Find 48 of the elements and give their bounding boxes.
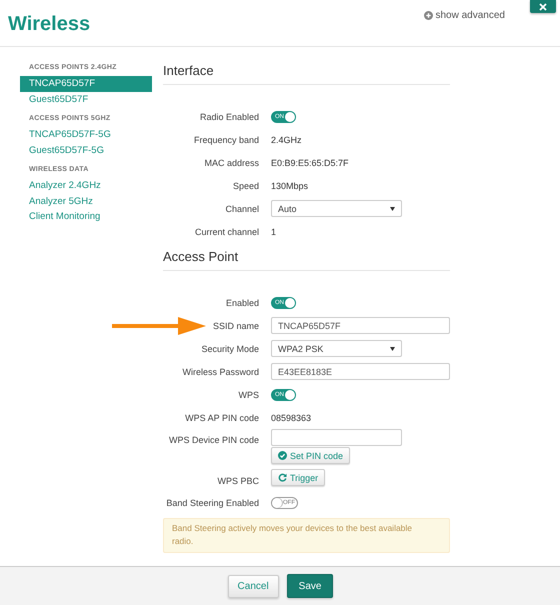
caret-icon — [390, 206, 395, 210]
trigger-button[interactable]: Trigger — [271, 469, 326, 486]
field-label: Frequency band — [192, 134, 259, 144]
field-label: WPS Device PIN code — [168, 435, 259, 445]
field-label: WPS — [237, 390, 259, 400]
plus-circle-icon — [424, 11, 432, 20]
page-title: Wireless — [8, 13, 90, 36]
input-field[interactable] — [271, 429, 402, 446]
field-value: 1 — [271, 226, 276, 236]
field-value: 08598363 — [271, 412, 312, 422]
set-pin-button[interactable]: Set PIN code — [271, 447, 350, 464]
field-label: Current channel — [194, 226, 259, 236]
field-label: Band Steering Enabled — [165, 498, 259, 508]
save-button[interactable]: Save — [286, 574, 334, 598]
field-label: Speed — [232, 180, 259, 190]
info-alert: Band Steering actively moves your devices to the best available radio. — [163, 518, 450, 553]
input-field[interactable]: E43EE8183E — [271, 363, 450, 380]
field-label: MAC address — [203, 158, 259, 168]
sidebar-item[interactable]: TNCAP65D57F — [20, 76, 152, 92]
dropdown[interactable]: Auto — [271, 200, 402, 217]
field-label: Enabled — [224, 298, 259, 308]
check-circle-icon — [278, 451, 287, 460]
sidebar-item[interactable]: Analyzer 2.4GHz — [20, 178, 152, 194]
field-label: Channel — [224, 204, 259, 214]
section-heading: Interface — [163, 63, 450, 85]
field-label: WPS PBC — [216, 476, 259, 486]
sidebar-item[interactable]: Analyzer 5GHz — [20, 194, 152, 209]
field-value: E0:B9:E5:65:D5:7F — [271, 158, 349, 168]
field-value: 2.4GHz — [271, 134, 302, 144]
section-heading: Access Point — [163, 249, 450, 271]
sidebar-item[interactable]: TNCAP65D57F-5G — [20, 127, 152, 142]
close-button[interactable] — [530, 0, 556, 13]
field-label: WPS AP PIN code — [184, 412, 259, 422]
refresh-icon — [278, 473, 287, 482]
field-label: Security Mode — [200, 344, 259, 354]
sidebar-item[interactable]: Guest65D57F-5G — [20, 142, 152, 158]
close-icon — [539, 2, 547, 10]
caret-icon — [390, 346, 395, 350]
sidebar-item[interactable]: Guest65D57F — [20, 92, 152, 107]
cancel-button[interactable]: Cancel — [228, 574, 279, 598]
input-field[interactable]: TNCAP65D57F — [271, 317, 450, 334]
show-advanced-link[interactable]: show advanced — [424, 10, 505, 21]
field-value: 130Mbps — [271, 180, 308, 190]
dropdown[interactable]: WPA2 PSK — [271, 340, 402, 357]
sidebar-item[interactable]: Client Monitoring — [20, 209, 152, 224]
field-label: Radio Enabled — [198, 112, 259, 122]
field-label: Wireless Password — [181, 366, 259, 376]
field-label: SSID name — [212, 320, 259, 330]
